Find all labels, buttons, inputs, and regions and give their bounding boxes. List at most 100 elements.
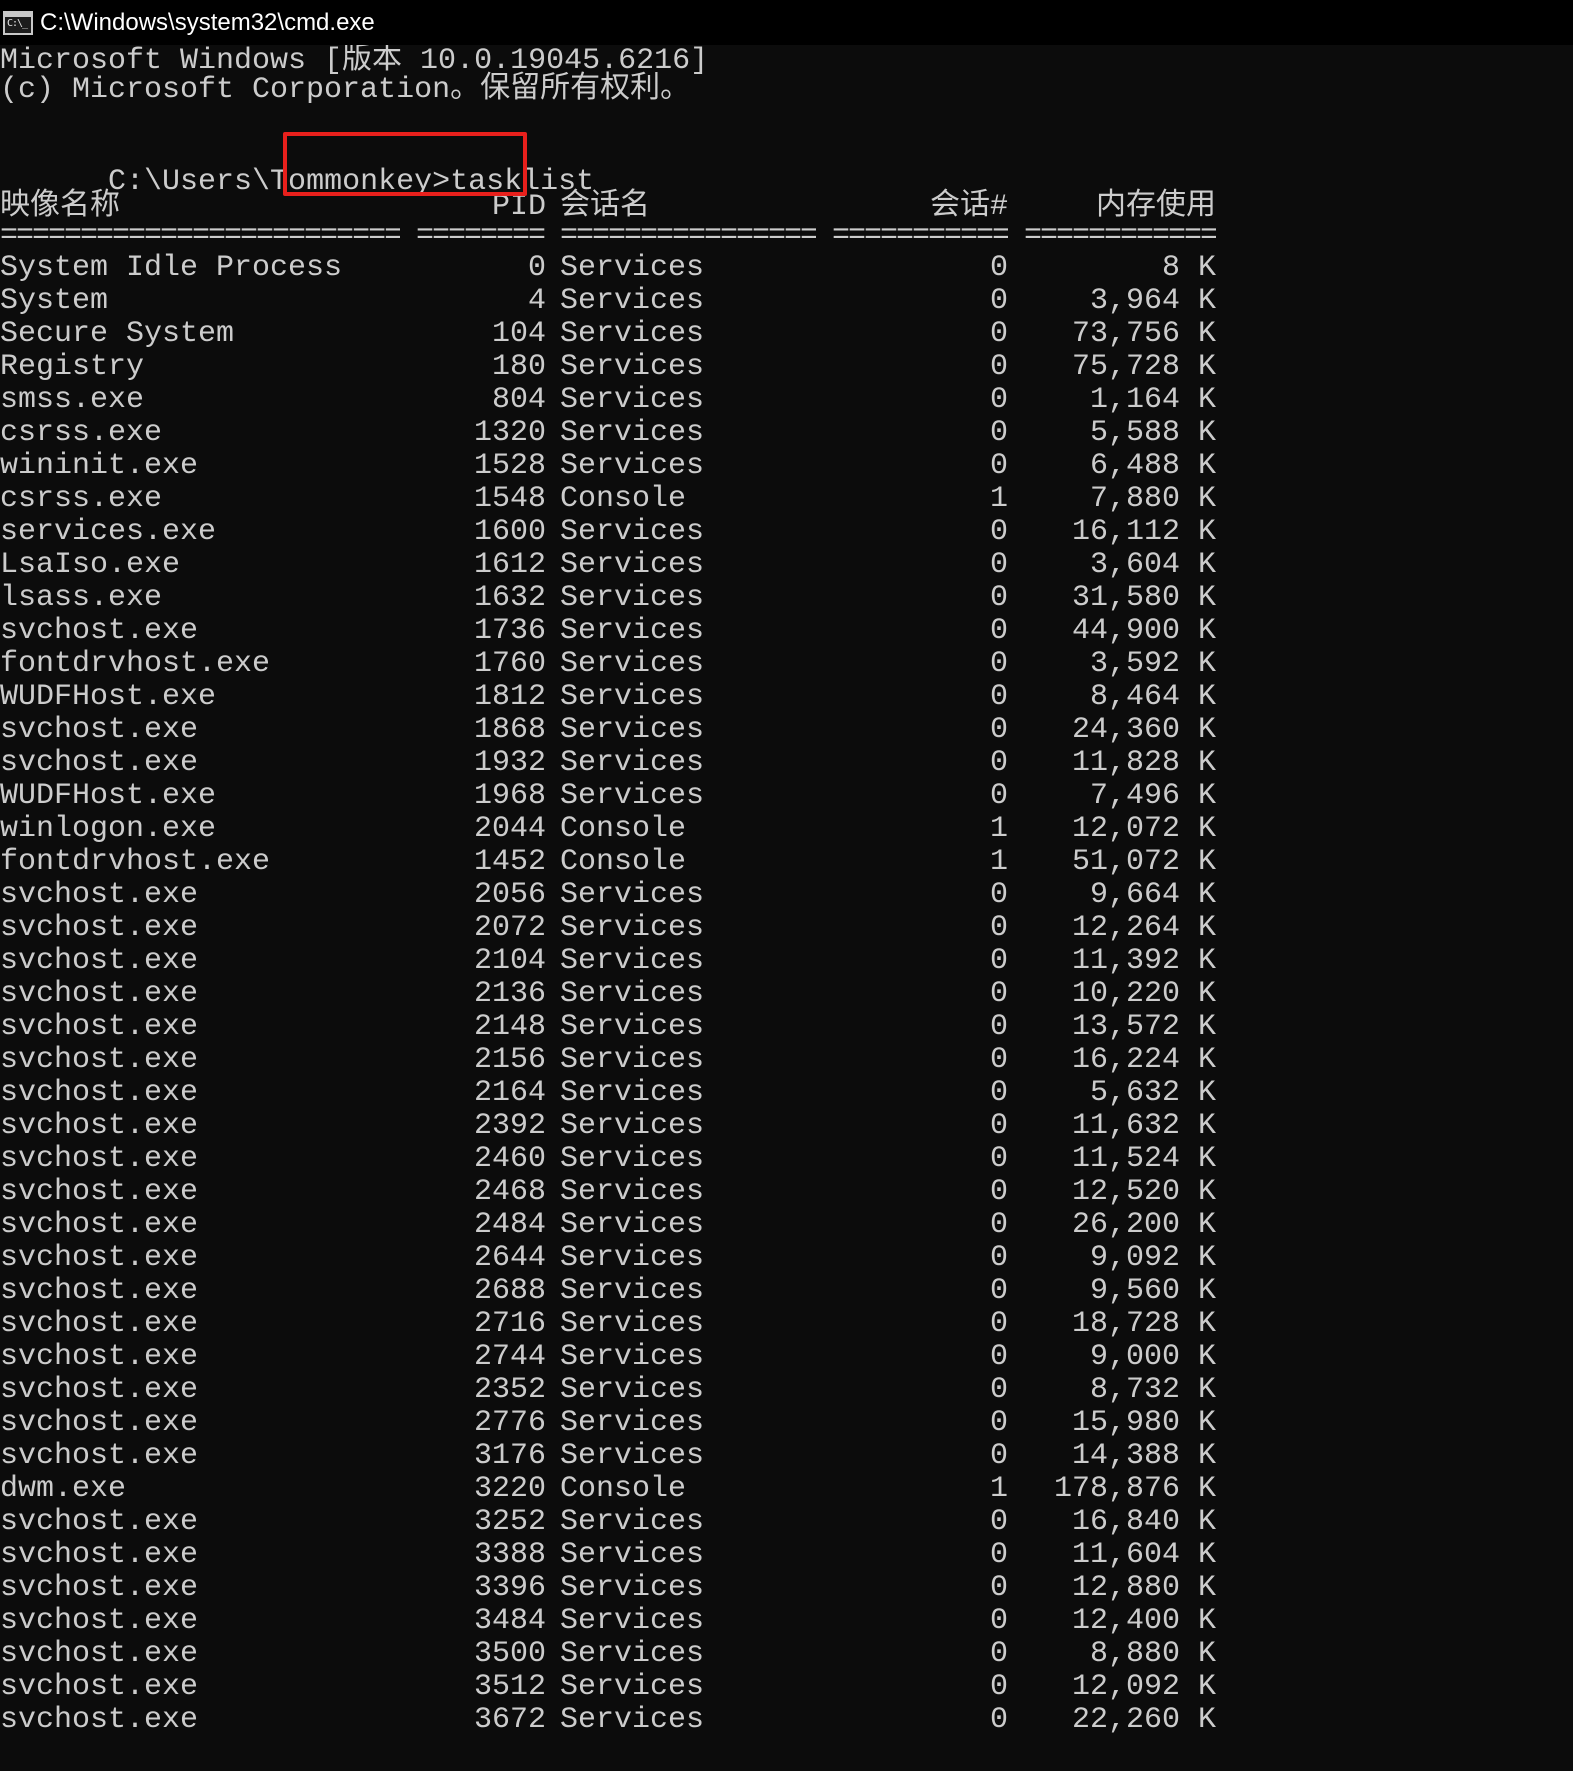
table-row: svchost.exe 2644 Services 0 9,092 K <box>0 1242 1573 1275</box>
process-memory: 3,604 K <box>1089 548 1216 582</box>
process-session-number: 0 <box>989 1175 1008 1209</box>
console-output[interactable]: Microsoft Windows [版本 10.0.19045.6216] (… <box>0 45 1573 1771</box>
window-title: C:\Windows\system32\cmd.exe <box>40 8 375 36</box>
process-session-name: Services <box>560 1439 705 1473</box>
process-memory: 10,220 K <box>1071 977 1216 1011</box>
process-pid: 2688 <box>473 1274 546 1308</box>
process-session-name: Services <box>560 977 705 1011</box>
cmd-icon: C:\_ <box>3 10 33 35</box>
process-session-name: Services <box>560 515 705 549</box>
table-row: WUDFHost.exe 1968 Services 0 7,496 K <box>0 780 1573 813</box>
table-row: svchost.exe 2104 Services 0 11,392 K <box>0 945 1573 978</box>
process-session-number: 0 <box>989 1538 1008 1572</box>
process-name: svchost.exe <box>0 944 199 978</box>
cmd-window: C:\_ C:\Windows\system32\cmd.exe Microso… <box>0 0 1573 1771</box>
table-row: svchost.exe 2156 Services 0 16,224 K <box>0 1044 1573 1077</box>
process-session-number: 0 <box>989 1604 1008 1638</box>
table-row: System Idle Process 0 Services 0 8 K <box>0 252 1573 285</box>
table-row: svchost.exe 2460 Services 0 11,524 K <box>0 1143 1573 1176</box>
separator-memory: ============ <box>1024 220 1216 253</box>
process-pid: 1612 <box>473 548 546 582</box>
process-session-name: Services <box>560 1142 705 1176</box>
process-name: fontdrvhost.exe <box>0 845 271 879</box>
process-session-name: Services <box>560 1604 705 1638</box>
table-row: Registry 180 Services 0 75,728 K <box>0 351 1573 384</box>
process-memory: 3,964 K <box>1089 284 1216 318</box>
process-name: svchost.exe <box>0 746 199 780</box>
process-pid: 2044 <box>473 812 546 846</box>
process-name: svchost.exe <box>0 1637 199 1671</box>
process-memory: 16,840 K <box>1071 1505 1216 1539</box>
process-memory: 51,072 K <box>1071 845 1216 879</box>
table-row: svchost.exe 3512 Services 0 12,092 K <box>0 1671 1573 1704</box>
process-session-number: 0 <box>989 515 1008 549</box>
table-row: svchost.exe 2136 Services 0 10,220 K <box>0 978 1573 1011</box>
process-memory: 11,604 K <box>1071 1538 1216 1572</box>
process-memory: 24,360 K <box>1071 713 1216 747</box>
process-memory: 16,224 K <box>1071 1043 1216 1077</box>
process-name: svchost.exe <box>0 1109 199 1143</box>
separator-session-name: ================ <box>560 220 816 253</box>
table-row: Secure System 104 Services 0 73,756 K <box>0 318 1573 351</box>
process-memory: 8,880 K <box>1089 1637 1216 1671</box>
process-session-name: Services <box>560 581 705 615</box>
table-row: svchost.exe 3500 Services 0 8,880 K <box>0 1638 1573 1671</box>
table-row: csrss.exe 1548 Console 1 7,880 K <box>0 483 1573 516</box>
process-memory: 11,632 K <box>1071 1109 1216 1143</box>
process-session-name: Services <box>560 1241 705 1275</box>
process-session-number: 0 <box>989 647 1008 681</box>
process-pid: 2136 <box>473 977 546 1011</box>
process-name: lsass.exe <box>0 581 163 615</box>
process-session-name: Services <box>560 713 705 747</box>
process-pid: 3512 <box>473 1670 546 1704</box>
process-memory: 9,000 K <box>1089 1340 1216 1374</box>
process-name: svchost.exe <box>0 1274 199 1308</box>
process-session-number: 0 <box>989 1571 1008 1605</box>
process-memory: 16,112 K <box>1071 515 1216 549</box>
process-session-number: 0 <box>989 944 1008 978</box>
process-session-name: Services <box>560 614 705 648</box>
command-highlight-box <box>283 132 527 196</box>
table-row: svchost.exe 3388 Services 0 11,604 K <box>0 1539 1573 1572</box>
table-row: svchost.exe 2468 Services 0 12,520 K <box>0 1176 1573 1209</box>
process-session-name: Services <box>560 1538 705 1572</box>
process-session-name: Services <box>560 1076 705 1110</box>
process-memory: 31,580 K <box>1071 581 1216 615</box>
process-session-number: 0 <box>989 713 1008 747</box>
process-session-name: Services <box>560 1340 705 1374</box>
process-name: svchost.exe <box>0 1142 199 1176</box>
process-session-name: Console <box>560 812 687 846</box>
process-memory: 12,400 K <box>1071 1604 1216 1638</box>
process-name: svchost.exe <box>0 1076 199 1110</box>
process-memory: 5,632 K <box>1089 1076 1216 1110</box>
table-row: svchost.exe 1868 Services 0 24,360 K <box>0 714 1573 747</box>
cmd-icon-label: C:\_ <box>7 17 28 29</box>
separator-name: ========================= <box>0 220 400 253</box>
process-pid: 2776 <box>473 1406 546 1440</box>
process-memory: 75,728 K <box>1071 350 1216 384</box>
process-memory: 22,260 K <box>1071 1703 1216 1737</box>
process-session-name: Services <box>560 647 705 681</box>
process-memory: 12,072 K <box>1071 812 1216 846</box>
process-session-number: 0 <box>989 416 1008 450</box>
process-name: csrss.exe <box>0 416 163 450</box>
process-session-number: 0 <box>989 1274 1008 1308</box>
process-memory: 6,488 K <box>1089 449 1216 483</box>
process-name: svchost.exe <box>0 1175 199 1209</box>
process-memory: 9,092 K <box>1089 1241 1216 1275</box>
process-pid: 2156 <box>473 1043 546 1077</box>
process-session-number: 0 <box>989 1043 1008 1077</box>
process-memory: 11,392 K <box>1071 944 1216 978</box>
process-session-number: 0 <box>989 1076 1008 1110</box>
title-bar[interactable]: C:\_ C:\Windows\system32\cmd.exe <box>0 0 1573 45</box>
process-session-number: 1 <box>989 812 1008 846</box>
process-pid: 3252 <box>473 1505 546 1539</box>
process-name: csrss.exe <box>0 482 163 516</box>
process-session-number: 0 <box>989 1307 1008 1341</box>
process-memory: 12,880 K <box>1071 1571 1216 1605</box>
process-session-name: Services <box>560 1307 705 1341</box>
process-pid: 1528 <box>473 449 546 483</box>
process-pid: 2644 <box>473 1241 546 1275</box>
process-session-name: Services <box>560 944 705 978</box>
process-name: svchost.exe <box>0 1010 199 1044</box>
